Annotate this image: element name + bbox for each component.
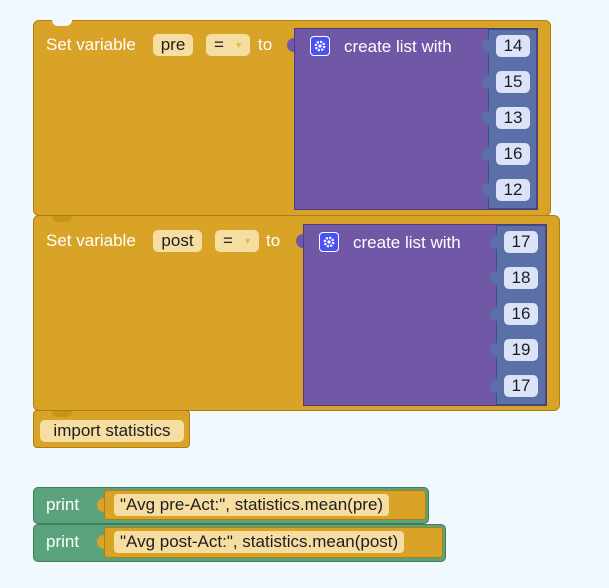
number-connector-tab xyxy=(490,271,497,285)
number-connector-tab xyxy=(482,39,489,53)
block-top-notch xyxy=(52,411,72,417)
number-field[interactable]: 13 xyxy=(496,107,530,129)
print-connector-tab xyxy=(97,535,104,549)
number-connector-tab xyxy=(482,147,489,161)
set-variable-label: Set variable xyxy=(46,35,136,54)
create-list-label: create list with xyxy=(353,233,461,252)
number-field[interactable]: 16 xyxy=(496,143,530,165)
create-list-label: create list with xyxy=(344,37,452,56)
number-connector-tab xyxy=(482,111,489,125)
dropdown-arrow-icon: ▼ xyxy=(234,40,243,50)
dropdown-arrow-icon: ▼ xyxy=(243,236,252,246)
to-label: to xyxy=(258,35,273,54)
print-label: print xyxy=(46,532,80,551)
number-field[interactable]: 18 xyxy=(504,267,538,289)
number-field[interactable]: 16 xyxy=(504,303,538,325)
operator-value: = xyxy=(223,231,233,250)
variable-name-field-pre[interactable]: pre xyxy=(153,34,193,56)
set-variable-label: Set variable xyxy=(46,231,136,250)
import-label[interactable]: import statistics xyxy=(40,420,184,442)
number-field[interactable]: 17 xyxy=(504,231,538,253)
number-field[interactable]: 19 xyxy=(504,339,538,361)
number-connector-tab xyxy=(490,379,497,393)
gear-icon[interactable] xyxy=(310,36,330,56)
number-connector-tab xyxy=(490,343,497,357)
number-connector-tab xyxy=(490,307,497,321)
number-field[interactable]: 15 xyxy=(496,71,530,93)
list-connector-tab xyxy=(287,38,294,52)
print-label: print xyxy=(46,495,80,514)
number-connector-tab xyxy=(490,235,497,249)
print-connector-tab xyxy=(97,498,104,512)
number-connector-tab xyxy=(482,75,489,89)
number-connector-tab xyxy=(482,183,489,197)
variable-name-field-post[interactable]: post xyxy=(153,230,202,252)
to-label: to xyxy=(266,231,281,250)
operator-dropdown[interactable]: = ▼ xyxy=(206,34,250,56)
block-top-notch xyxy=(52,20,72,26)
operator-value: = xyxy=(214,35,224,54)
number-field[interactable]: 14 xyxy=(496,35,530,57)
block-top-notch xyxy=(52,216,72,222)
print-argument-field[interactable]: "Avg pre-Act:", statistics.mean(pre) xyxy=(114,494,390,516)
number-field[interactable]: 17 xyxy=(504,375,538,397)
list-connector-tab xyxy=(296,234,303,248)
gear-icon[interactable] xyxy=(319,232,339,252)
operator-dropdown[interactable]: = ▼ xyxy=(215,230,259,252)
print-argument-field[interactable]: "Avg post-Act:", statistics.mean(post) xyxy=(114,531,405,553)
number-field[interactable]: 12 xyxy=(496,179,530,201)
